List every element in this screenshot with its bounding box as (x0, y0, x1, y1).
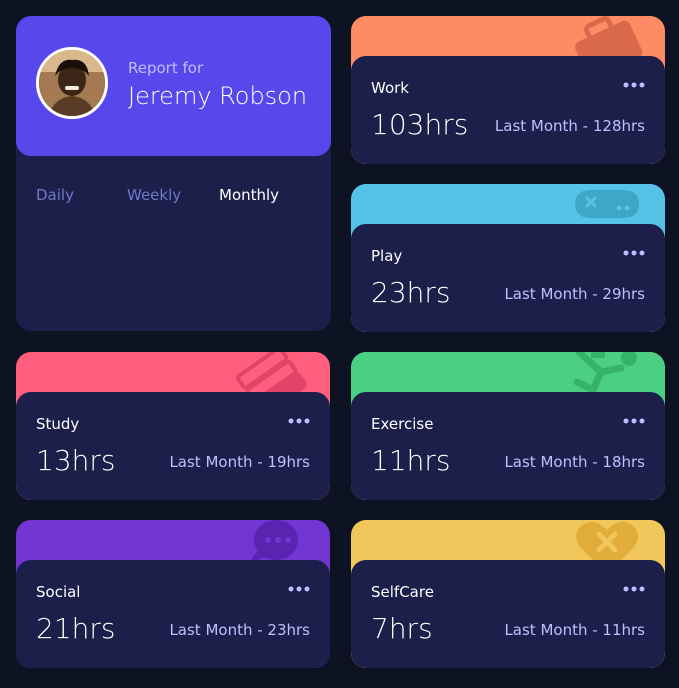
previous-hours: Last Month - 18hrs (504, 453, 645, 471)
tab-daily[interactable]: Daily (36, 186, 74, 204)
tab-weekly[interactable]: Weekly (127, 186, 181, 204)
card-work: Work 103hrs Last Month - 128hrs (351, 16, 665, 164)
current-hours: 21hrs (36, 612, 116, 645)
ellipsis-icon[interactable] (623, 416, 645, 426)
card-body: Work 103hrs Last Month - 128hrs (351, 56, 665, 164)
card-selfcare: SelfCare 7hrs Last Month - 11hrs (351, 520, 665, 668)
ellipsis-icon[interactable] (623, 248, 645, 258)
current-hours: 103hrs (371, 108, 469, 141)
card-title: Work (371, 79, 409, 97)
avatar (36, 47, 108, 119)
previous-hours: Last Month - 128hrs (494, 117, 645, 135)
previous-hours: Last Month - 23hrs (169, 621, 310, 639)
current-hours: 11hrs (371, 444, 451, 477)
card-body: SelfCare 7hrs Last Month - 11hrs (351, 560, 665, 668)
current-hours: 7hrs (371, 612, 433, 645)
card-body: Social 21hrs Last Month - 23hrs (16, 560, 330, 668)
user-name: Jeremy Robson (128, 82, 308, 110)
ellipsis-icon[interactable] (623, 584, 645, 594)
card-title: Exercise (371, 415, 434, 433)
current-hours: 23hrs (371, 276, 451, 309)
card-body: Exercise 11hrs Last Month - 18hrs (351, 392, 665, 500)
profile-card: Report for Jeremy Robson Daily Weekly Mo… (16, 16, 331, 331)
card-title: SelfCare (371, 583, 434, 601)
card-body: Study 13hrs Last Month - 19hrs (16, 392, 330, 500)
ellipsis-icon[interactable] (288, 416, 310, 426)
profile-header: Report for Jeremy Robson (16, 16, 331, 156)
previous-hours: Last Month - 29hrs (504, 285, 645, 303)
card-social: Social 21hrs Last Month - 23hrs (16, 520, 330, 668)
card-study: Study 13hrs Last Month - 19hrs (16, 352, 330, 500)
card-title: Social (36, 583, 81, 601)
report-for-label: Report for (128, 59, 204, 77)
card-title: Study (36, 415, 80, 433)
avatar-image (39, 50, 105, 116)
card-title: Play (371, 247, 403, 265)
current-hours: 13hrs (36, 444, 116, 477)
card-body: Play 23hrs Last Month - 29hrs (351, 224, 665, 332)
card-play: Play 23hrs Last Month - 29hrs (351, 184, 665, 332)
ellipsis-icon[interactable] (288, 584, 310, 594)
ellipsis-icon[interactable] (623, 80, 645, 90)
previous-hours: Last Month - 19hrs (169, 453, 310, 471)
tab-monthly[interactable]: Monthly (219, 186, 279, 204)
previous-hours: Last Month - 11hrs (504, 621, 645, 639)
card-exercise: Exercise 11hrs Last Month - 18hrs (351, 352, 665, 500)
